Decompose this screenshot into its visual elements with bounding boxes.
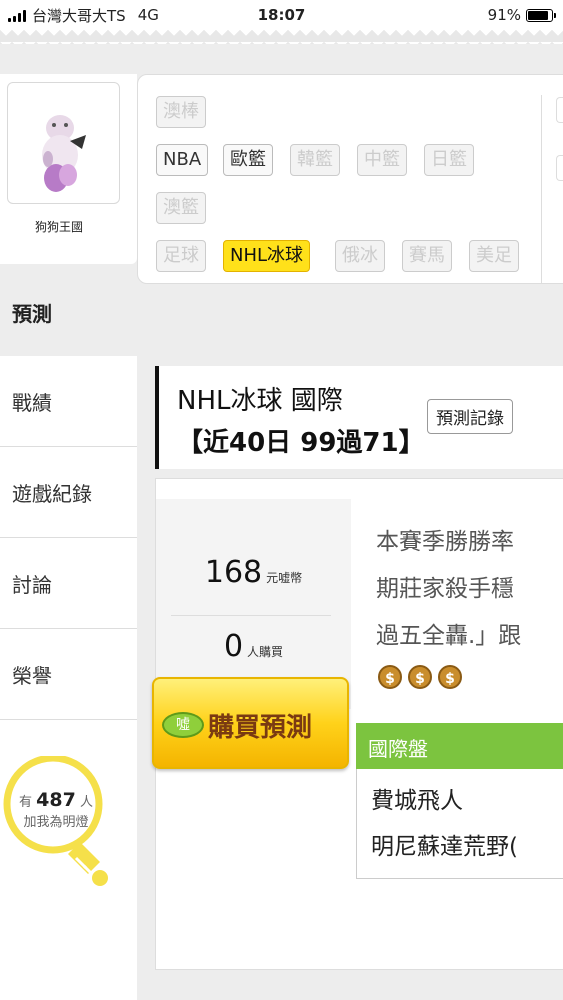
fans-suffix: 人	[79, 795, 93, 810]
description-line: 本賽季勝勝率	[376, 529, 514, 555]
sport-tag-nba[interactable]: NBA	[156, 144, 209, 176]
nav-item-discussion[interactable]: 討論	[0, 538, 137, 629]
buyers-count: 0	[223, 629, 244, 664]
sport-tag-aus-basketball[interactable]: 澳籃	[156, 192, 206, 224]
moneybag-icon: $	[378, 665, 402, 689]
sport-tag-horse-racing[interactable]: 賽馬	[402, 240, 452, 272]
carrier-name: 台灣大哥大TS	[32, 6, 126, 25]
prediction-header: NHL冰球 國際 【近40日 99過71】 預測記錄	[155, 366, 563, 469]
fans-prefix: 有	[19, 795, 33, 810]
sport-tag-american-football[interactable]: 美足	[469, 240, 519, 272]
prediction-description: 本賽季勝勝率 期莊家殺手穩 過五全轟.」跟	[376, 519, 563, 660]
sport-filter-panel: 澳棒 NBA 歐籃 韓籃 中籃 日籃 澳籃 足球 NHL冰球 俄冰 賽馬 美足	[137, 74, 563, 284]
price-unit: 元嘘幣	[266, 571, 303, 585]
avatar[interactable]	[7, 82, 120, 204]
nav-item-game-history[interactable]: 遊戲紀錄	[0, 447, 137, 538]
decorative-border	[0, 30, 563, 44]
price-value: 168	[204, 555, 263, 590]
profile-card[interactable]: 狗狗王國	[0, 74, 137, 264]
sport-tag-nhl[interactable]: NHL冰球	[223, 240, 311, 272]
coin-icon: 噓	[162, 712, 204, 738]
prediction-title: NHL冰球 國際	[177, 386, 343, 416]
moneybag-icon: $	[408, 665, 432, 689]
team-name: 費城飛人	[371, 788, 463, 814]
sport-tag-japan-basketball[interactable]: 日籃	[424, 144, 474, 176]
signal-icon	[8, 9, 26, 22]
option-box[interactable]	[556, 155, 563, 181]
battery-icon	[526, 8, 556, 22]
buy-prediction-label: 購買預測	[208, 713, 313, 743]
option-box[interactable]	[556, 97, 563, 123]
moneybag-rating: $ $ $	[378, 665, 462, 689]
description-line: 期莊家殺手穩	[376, 576, 514, 602]
buyers-unit: 人購買	[247, 645, 284, 659]
divider	[541, 95, 542, 283]
nav-item-honor[interactable]: 榮譽	[0, 629, 137, 720]
prediction-record: 【近40日 99過71】	[177, 428, 425, 458]
moneybag-icon: $	[438, 665, 462, 689]
sport-tag-russia-hockey[interactable]: 俄冰	[335, 240, 385, 272]
team-list: 費城飛人 明尼蘇達荒野(	[356, 769, 563, 879]
fans-count: 487	[36, 789, 76, 811]
sport-tag-aus-baseball[interactable]: 澳棒	[156, 96, 206, 128]
description-line: 過五全轟.」跟	[376, 623, 522, 649]
side-nav: 戰績 遊戲紀錄 討論 榮譽 有 487 人 加我為明燈	[0, 356, 137, 1000]
buy-prediction-button[interactable]: 噓 購買預測	[152, 677, 349, 769]
prediction-history-button[interactable]: 預測記錄	[427, 399, 513, 434]
sport-tag-china-basketball[interactable]: 中籃	[357, 144, 407, 176]
profile-name: 狗狗王國	[34, 220, 83, 234]
network-type: 4G	[137, 6, 159, 24]
dog-figurine-avatar-icon	[42, 115, 86, 192]
battery-percent: 91%	[487, 6, 521, 24]
status-bar: 台灣大哥大TS 4G 18:07 91%	[0, 0, 563, 30]
sport-tag-korea-basketball[interactable]: 韓籃	[290, 144, 340, 176]
fans-widget[interactable]: 有 487 人 加我為明燈	[0, 754, 137, 896]
market-header: 國際盤	[356, 723, 563, 769]
follow-cta[interactable]: 加我為明燈	[6, 813, 106, 833]
nav-item-record[interactable]: 戰績	[0, 356, 137, 447]
sport-tag-euro-basketball[interactable]: 歐籃	[223, 144, 273, 176]
nav-item-predict[interactable]: 預測	[0, 284, 137, 354]
sport-tag-soccer[interactable]: 足球	[156, 240, 206, 272]
team-name: 明尼蘇達荒野(	[371, 834, 518, 860]
